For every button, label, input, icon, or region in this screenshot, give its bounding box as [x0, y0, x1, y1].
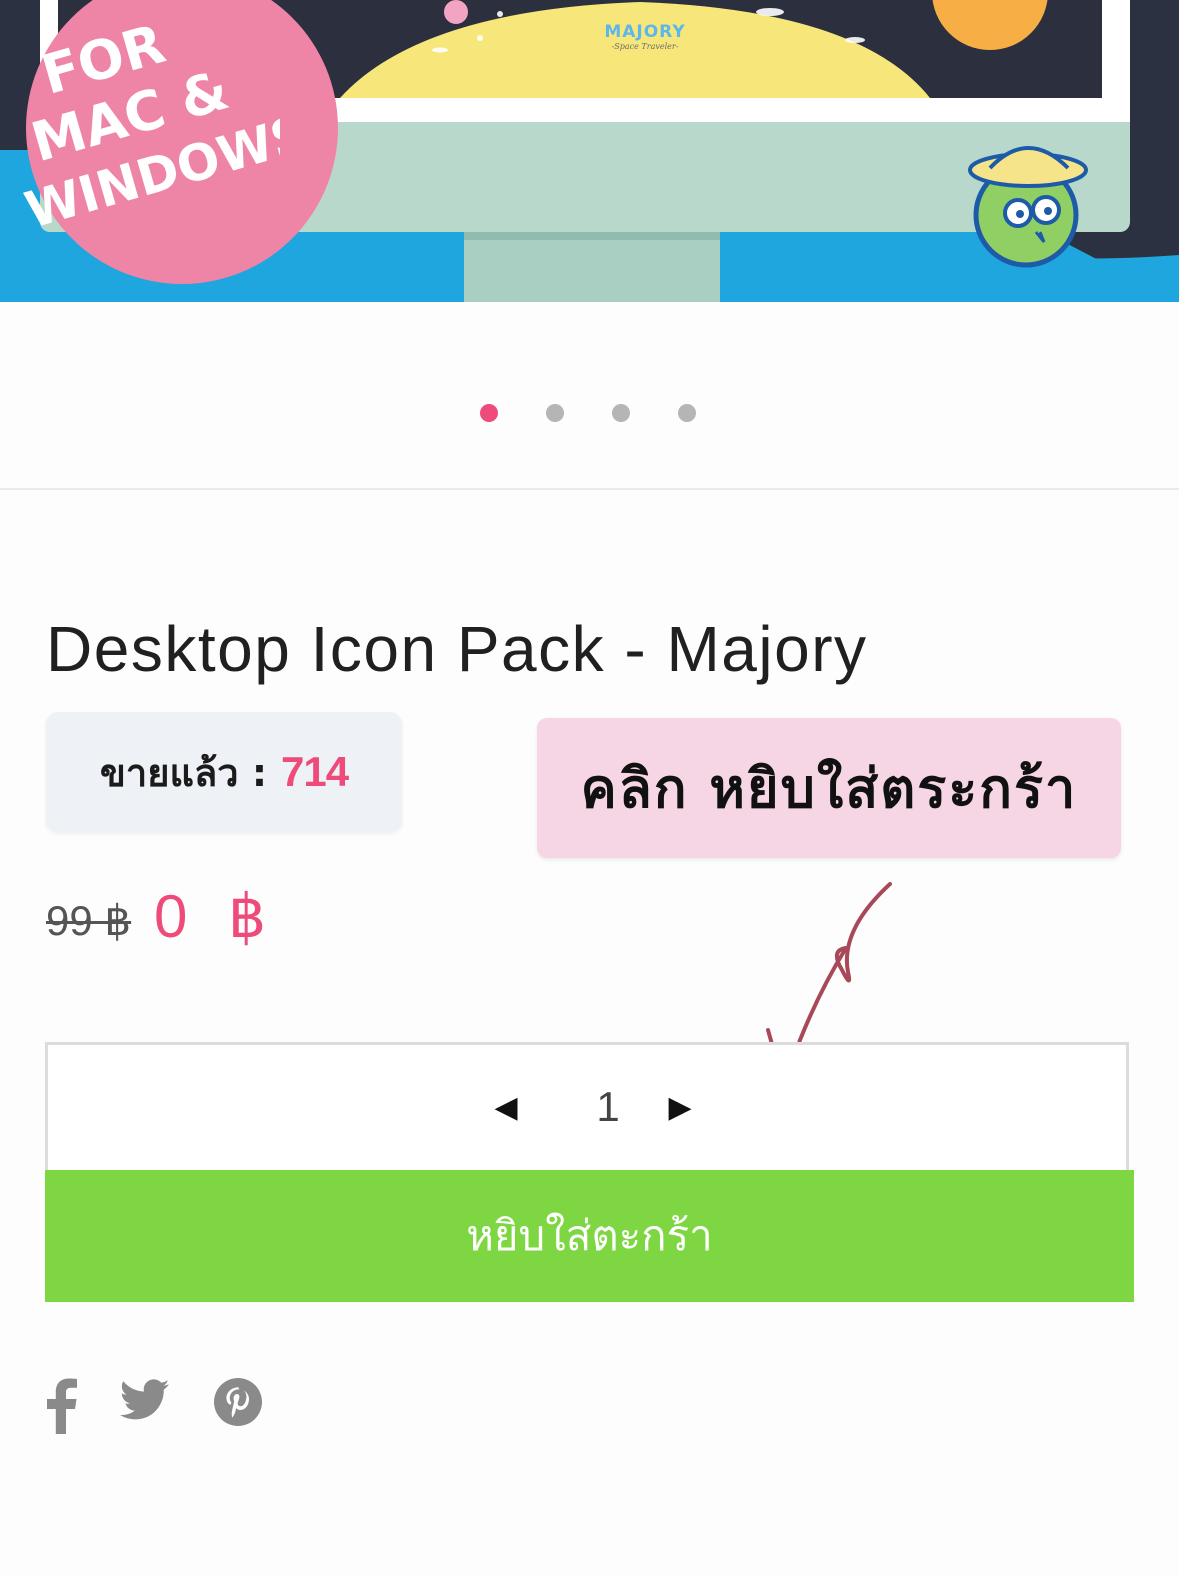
add-to-cart-callout: คลิก หยิบใส่ตระกร้า: [537, 718, 1121, 858]
carousel-dot-3[interactable]: [612, 404, 630, 422]
original-price: 99 ฿: [46, 897, 132, 944]
quantity-selector: ◀ 1 ▶: [45, 1042, 1129, 1170]
add-to-cart-label: หยิบใส่ตะกร้า: [466, 1211, 713, 1260]
sold-count-badge: ขายแล้ว : 714: [46, 712, 402, 832]
sold-label: ขายแล้ว :: [99, 750, 268, 795]
twitter-icon[interactable]: [120, 1378, 170, 1422]
add-to-cart-button[interactable]: หยิบใส่ตะกร้า: [45, 1170, 1134, 1302]
sold-count: 714: [281, 748, 349, 795]
increment-button[interactable]: ▶: [660, 1087, 700, 1127]
product-title: Desktop Icon Pack - Majory: [46, 613, 868, 685]
decrement-button[interactable]: ◀: [486, 1087, 526, 1127]
carousel-dot-4[interactable]: [678, 404, 696, 422]
share-bar: [0, 1378, 400, 1438]
callout-text: คลิก หยิบใส่ตระกร้า: [580, 756, 1078, 820]
facebook-icon[interactable]: [44, 1378, 78, 1434]
quantity-value[interactable]: 1: [578, 1083, 638, 1131]
carousel-pagination: [0, 404, 1179, 424]
section-divider: [0, 488, 1179, 490]
hero-banner[interactable]: FOR MAC & WINDOWS MAJORY -Space Traveler…: [0, 0, 1179, 302]
carousel-dot-2[interactable]: [546, 404, 564, 422]
pinterest-icon[interactable]: [214, 1378, 262, 1426]
platform-badge: FOR MAC & WINDOWS: [19, 12, 280, 230]
carousel-dot-1[interactable]: [480, 404, 498, 422]
sale-price: 0 ฿: [154, 883, 279, 950]
